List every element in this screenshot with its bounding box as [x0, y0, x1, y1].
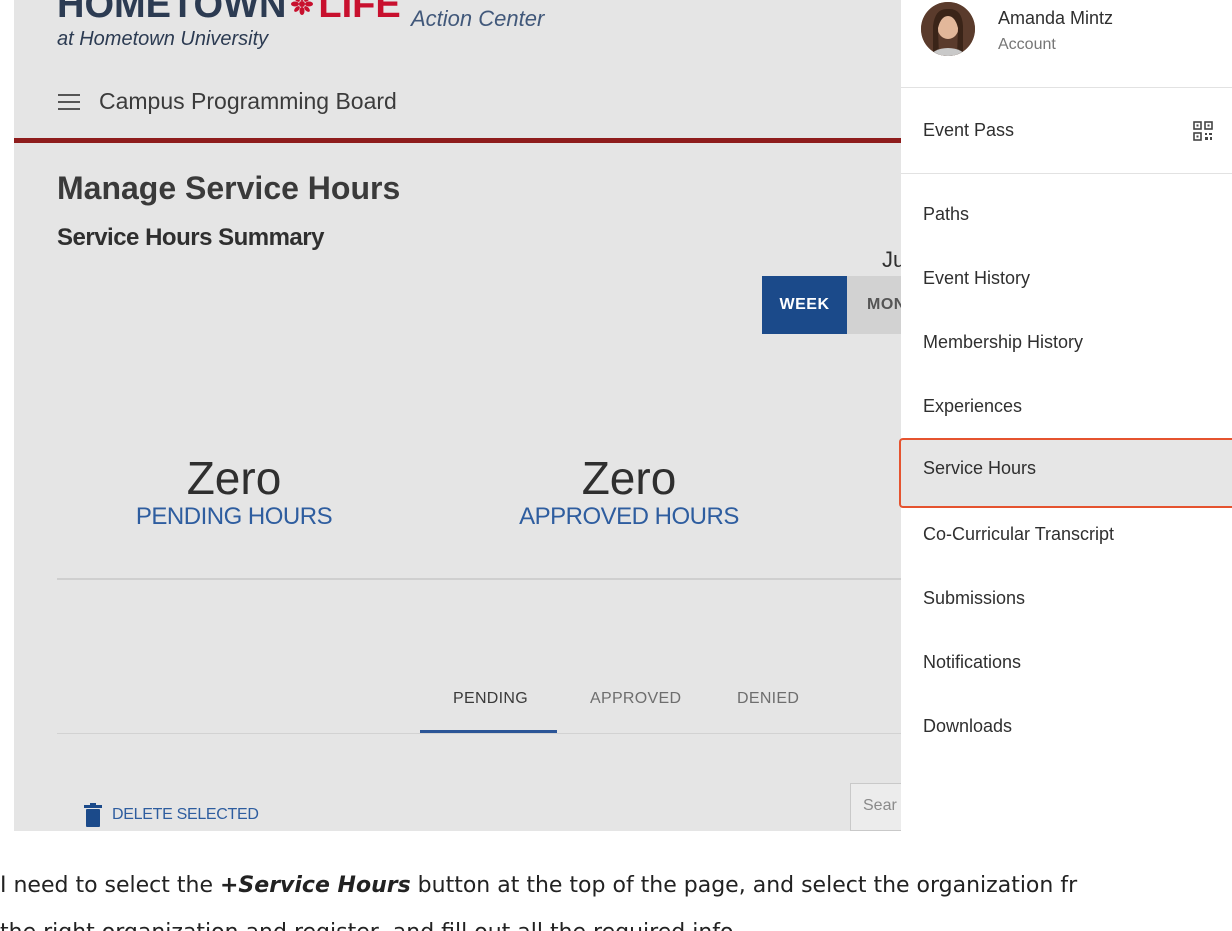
- caption-text-end: button at the top of the page, and selec…: [410, 873, 1078, 898]
- caption-emphasis: +Service Hours: [220, 873, 411, 898]
- org-nav-bar: Campus Programming Board: [14, 80, 901, 138]
- tab-denied[interactable]: DENIED: [737, 690, 799, 708]
- tab-approved[interactable]: APPROVED: [590, 690, 681, 708]
- approved-hours-value: Zero: [581, 452, 677, 504]
- drawer-item-label: Submissions: [923, 588, 1026, 608]
- drawer-item-label: Downloads: [923, 716, 1013, 736]
- logo[interactable]: HOMETOWN LIFE: [57, 0, 401, 24]
- pending-hours-value: Zero: [186, 452, 282, 504]
- drawer-item-event-history[interactable]: Event History: [901, 248, 1232, 312]
- avatar-photo-icon: [921, 2, 975, 56]
- logo-word-life: LIFE: [318, 0, 401, 26]
- drawer-item-label: Co-Curricular Transcript: [923, 524, 1115, 544]
- approved-hours-stat: Zero APPROVED HOURS: [509, 455, 749, 531]
- tabs-divider: [57, 733, 901, 734]
- drawer-profile[interactable]: Amanda Mintz Account: [901, 0, 1232, 88]
- user-name: Amanda Mintz: [998, 8, 1114, 28]
- tab-pending[interactable]: PENDING: [453, 690, 528, 708]
- flower-icon: [291, 0, 314, 15]
- product-name: Action Center: [411, 6, 545, 31]
- range-week-button[interactable]: WEEK: [762, 276, 847, 334]
- drawer-item-label: Paths: [923, 204, 970, 224]
- caption-text-start: I need to select the: [0, 873, 220, 898]
- drawer-item-submissions[interactable]: Submissions: [901, 568, 1232, 632]
- drawer-item-experiences[interactable]: Experiences: [901, 376, 1232, 440]
- instruction-caption: I need to select the +Service Hours butt…: [0, 873, 1232, 898]
- event-pass-item[interactable]: Event Pass: [901, 88, 1232, 174]
- hamburger-icon[interactable]: [58, 94, 80, 112]
- instruction-caption-line-2: the right organization and register, and…: [0, 918, 1232, 931]
- drawer-item-service-hours[interactable]: Service Hours: [899, 438, 1232, 508]
- date-range-label: Ju: [882, 247, 901, 272]
- header-divider: [14, 138, 901, 143]
- logo-subtitle: at Hometown University: [57, 28, 269, 50]
- search-input[interactable]: Sear: [850, 783, 901, 831]
- account-link[interactable]: Account: [998, 36, 1056, 54]
- main-app-area: HOMETOWN LIFE at Hometown University Act…: [14, 0, 901, 831]
- delete-selected-button[interactable]: DELETE SELECTED: [84, 800, 259, 830]
- drawer-item-membership-history[interactable]: Membership History: [901, 312, 1232, 376]
- page-title: Manage Service Hours: [57, 170, 401, 206]
- page-subtitle: Service Hours Summary: [57, 224, 324, 251]
- trash-icon: [84, 803, 102, 827]
- account-drawer: Amanda Mintz Account Event Pass Paths Ev…: [899, 0, 1232, 831]
- approved-hours-label: APPROVED HOURS: [519, 503, 739, 530]
- delete-selected-label: DELETE SELECTED: [112, 806, 259, 823]
- drawer-item-label: Membership History: [923, 332, 1084, 352]
- pending-hours-label: PENDING HOURS: [135, 503, 333, 530]
- drawer-item-label: Service Hours: [923, 458, 1037, 478]
- drawer-item-notifications[interactable]: Notifications: [901, 632, 1232, 696]
- drawer-item-label: Experiences: [923, 396, 1023, 416]
- event-pass-label: Event Pass: [923, 120, 1015, 140]
- pending-hours-stat: Zero PENDING HOURS: [124, 455, 344, 531]
- drawer-item-downloads[interactable]: Downloads: [901, 696, 1232, 760]
- avatar: [921, 2, 975, 56]
- drawer-item-label: Notifications: [923, 652, 1022, 672]
- logo-word-hometown: HOMETOWN: [57, 0, 287, 26]
- section-divider: [57, 578, 901, 580]
- drawer-item-label: Event History: [923, 268, 1031, 288]
- brand-header: HOMETOWN LIFE at Hometown University Act…: [14, 0, 901, 58]
- drawer-item-paths[interactable]: Paths: [901, 184, 1232, 248]
- qr-code-icon: [1193, 121, 1213, 141]
- organization-name[interactable]: Campus Programming Board: [99, 88, 397, 115]
- range-month-button[interactable]: MON: [847, 276, 901, 334]
- drawer-item-co-curricular-transcript[interactable]: Co-Curricular Transcript: [901, 504, 1232, 568]
